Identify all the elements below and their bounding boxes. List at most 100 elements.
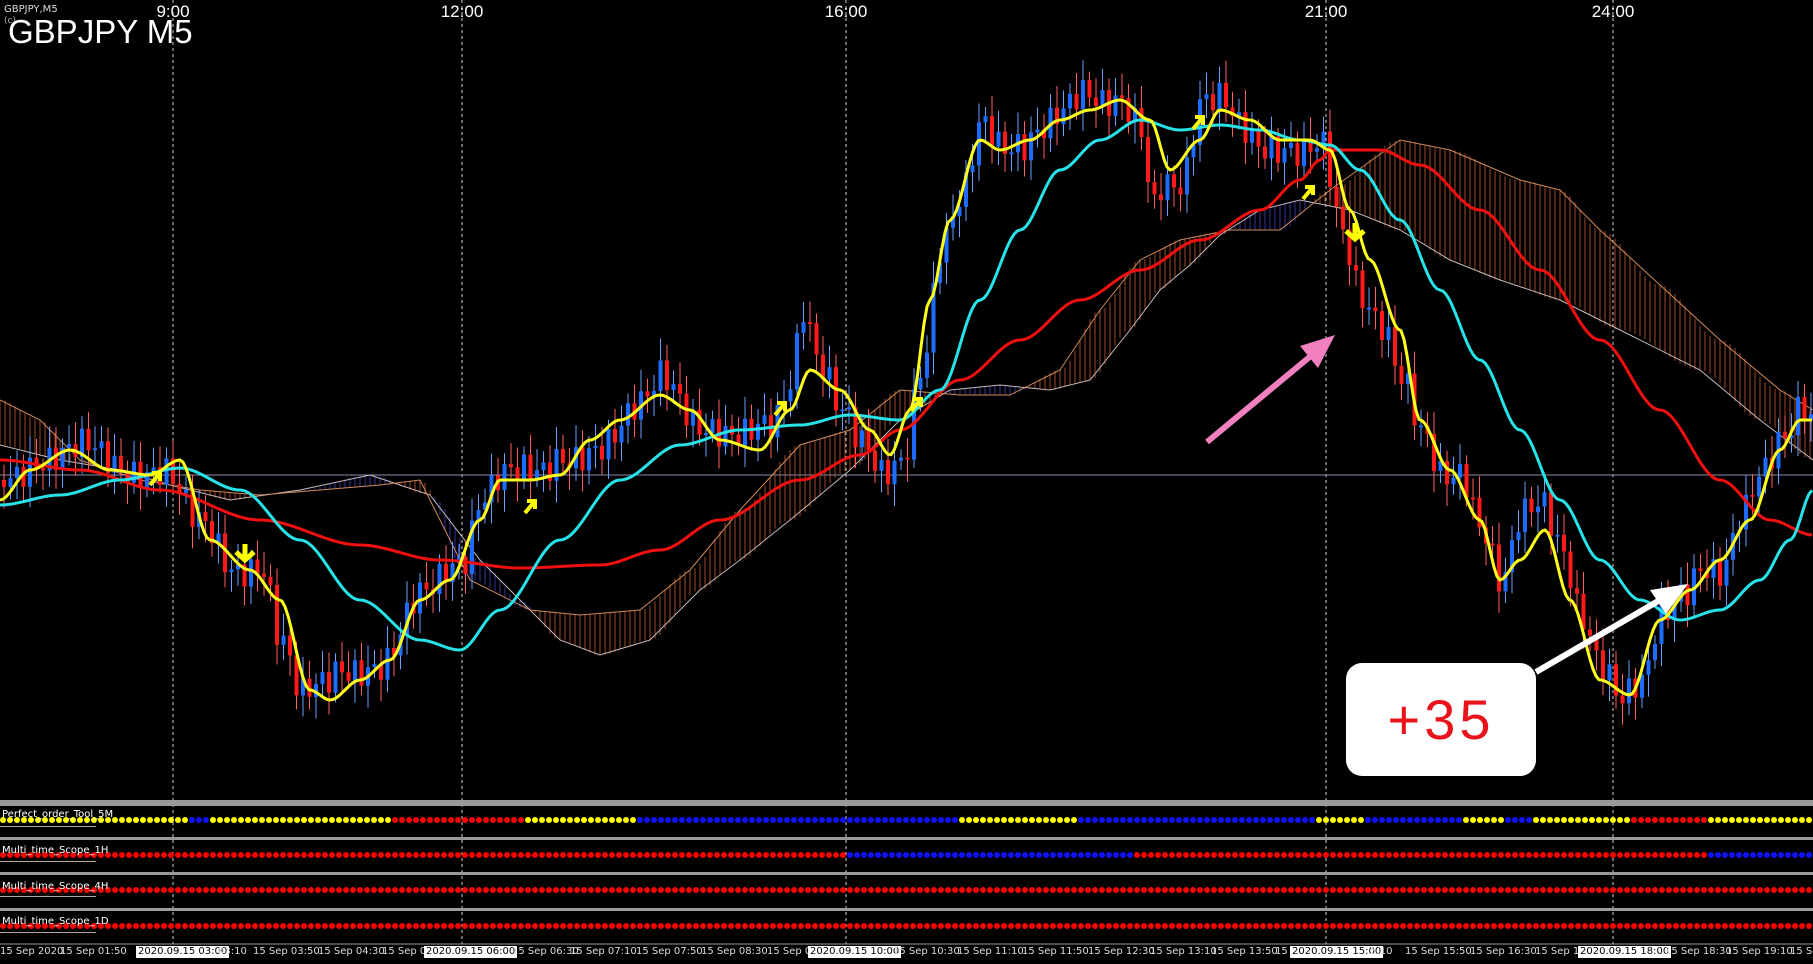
indicator-dot bbox=[308, 852, 314, 858]
indicator-dot bbox=[322, 887, 328, 893]
indicator-dot bbox=[420, 923, 426, 929]
indicator-dot bbox=[1204, 887, 1210, 893]
indicator-dot bbox=[1491, 923, 1497, 929]
indicator-dot bbox=[217, 887, 223, 893]
indicator-dot bbox=[1421, 817, 1427, 823]
indicator-dot bbox=[231, 923, 237, 929]
indicator-dot bbox=[1540, 852, 1546, 858]
indicator-dot bbox=[1176, 923, 1182, 929]
indicator-dot bbox=[1568, 923, 1574, 929]
candle-body bbox=[678, 384, 682, 394]
indicator-dot bbox=[1596, 923, 1602, 929]
indicator-dot bbox=[854, 817, 860, 823]
indicator-dot bbox=[1092, 887, 1098, 893]
indicator-dot bbox=[406, 923, 412, 929]
indicator-dot bbox=[1596, 852, 1602, 858]
indicator-dot bbox=[833, 817, 839, 823]
indicator-dot bbox=[1428, 852, 1434, 858]
candle-body bbox=[528, 454, 533, 480]
indicator-dot bbox=[1267, 923, 1273, 929]
x-axis-cursor-label: 2020.09.15 03:00 bbox=[136, 946, 230, 958]
indicator-dot bbox=[392, 817, 398, 823]
indicator-dot bbox=[1372, 923, 1378, 929]
indicator-dot bbox=[756, 923, 762, 929]
indicator-dot bbox=[357, 852, 363, 858]
indicator-dot bbox=[434, 923, 440, 929]
indicator-dot bbox=[1267, 887, 1273, 893]
indicator-dot bbox=[518, 817, 524, 823]
indicator-dot bbox=[441, 852, 447, 858]
indicator-dot bbox=[1197, 923, 1203, 929]
indicator-dot bbox=[238, 852, 244, 858]
indicator-dot bbox=[826, 852, 832, 858]
indicator-dot bbox=[532, 887, 538, 893]
indicator-dot bbox=[1365, 817, 1371, 823]
indicator-dot bbox=[1428, 887, 1434, 893]
indicator-dot bbox=[1351, 887, 1357, 893]
indicator-dot bbox=[966, 887, 972, 893]
candle-body bbox=[918, 377, 923, 390]
indicator-dot bbox=[1736, 923, 1742, 929]
candle-body bbox=[1601, 650, 1605, 681]
price-chart[interactable] bbox=[0, 0, 1813, 964]
indicator-dot bbox=[693, 852, 699, 858]
indicator-dot bbox=[413, 887, 419, 893]
candle-body bbox=[743, 418, 747, 446]
indicator-dot bbox=[602, 852, 608, 858]
candle-body bbox=[1750, 494, 1755, 497]
indicator-dot bbox=[1792, 817, 1798, 823]
candle-body bbox=[1419, 425, 1423, 428]
indicator-dot bbox=[742, 923, 748, 929]
indicator-dot bbox=[1218, 923, 1224, 929]
candle-body bbox=[1620, 695, 1625, 704]
indicator-dot bbox=[420, 887, 426, 893]
indicator-dot bbox=[700, 817, 706, 823]
indicator-dot bbox=[1708, 887, 1714, 893]
indicator-dot bbox=[679, 887, 685, 893]
indicator-dot bbox=[1470, 887, 1476, 893]
indicator-dot bbox=[224, 852, 230, 858]
indicator-dot bbox=[1001, 817, 1007, 823]
indicator-dot bbox=[1379, 887, 1385, 893]
indicator-dot bbox=[1372, 852, 1378, 858]
indicator-dot bbox=[1799, 852, 1805, 858]
indicator-dot bbox=[1603, 852, 1609, 858]
indicator-dot bbox=[1659, 852, 1665, 858]
indicator-dot bbox=[1372, 817, 1378, 823]
indicator-dot bbox=[560, 887, 566, 893]
signal-arrow-icon bbox=[1344, 223, 1366, 243]
indicator-dot bbox=[763, 852, 769, 858]
indicator-dot bbox=[980, 923, 986, 929]
indicator-dot bbox=[1736, 852, 1742, 858]
indicator-dot bbox=[1526, 923, 1532, 929]
x-axis-tick-label: 15 Sep 13:50 bbox=[1211, 946, 1278, 957]
indicator-dot bbox=[1190, 887, 1196, 893]
indicator-dot bbox=[1358, 887, 1364, 893]
indicator-dot bbox=[511, 923, 517, 929]
indicator-dot bbox=[252, 817, 258, 823]
indicator-dot bbox=[371, 887, 377, 893]
indicator-dot bbox=[1442, 817, 1448, 823]
indicator-dot bbox=[350, 923, 356, 929]
indicator-dot bbox=[294, 887, 300, 893]
indicator-dot bbox=[1309, 817, 1315, 823]
candle-body bbox=[1159, 194, 1163, 201]
indicator-dot bbox=[1260, 887, 1266, 893]
candle-body bbox=[1269, 136, 1274, 159]
indicator-dot bbox=[1323, 852, 1329, 858]
candle-body bbox=[762, 415, 767, 424]
indicator-dot bbox=[1365, 923, 1371, 929]
candle-body bbox=[1542, 492, 1547, 507]
indicator-dot bbox=[567, 923, 573, 929]
indicator-dot bbox=[588, 817, 594, 823]
indicator-dot bbox=[945, 852, 951, 858]
candle-body bbox=[229, 569, 234, 573]
indicator-dot bbox=[1302, 817, 1308, 823]
indicator-dot bbox=[1491, 817, 1497, 823]
indicator-dot bbox=[658, 887, 664, 893]
indicator-dot bbox=[1771, 817, 1777, 823]
indicator-dot bbox=[1071, 887, 1077, 893]
indicator-dot bbox=[448, 852, 454, 858]
candle-body bbox=[418, 582, 422, 614]
indicator-dot bbox=[490, 852, 496, 858]
